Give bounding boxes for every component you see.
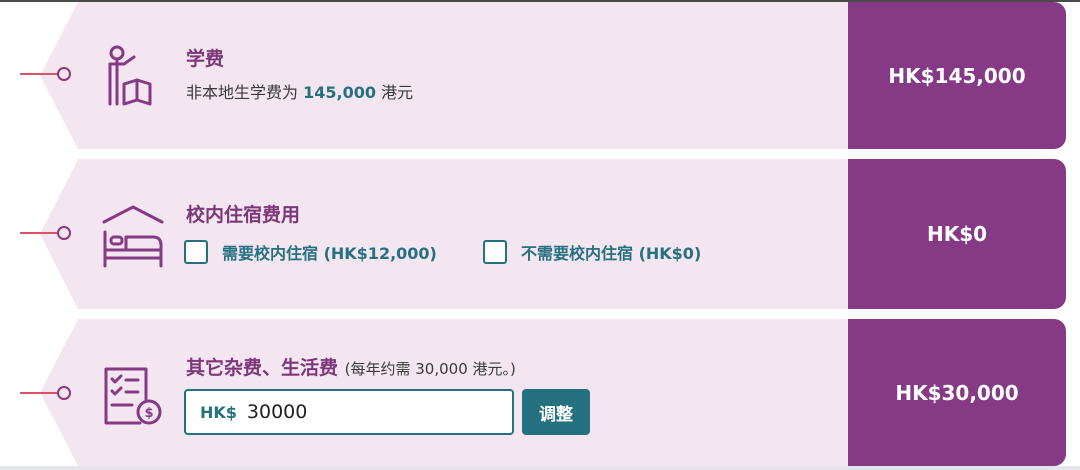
tuition-amount: 145,000	[303, 83, 376, 102]
tuition-title: 学费	[186, 48, 225, 70]
living-cost-value[interactable]: 30000	[247, 401, 307, 423]
connector-line	[20, 392, 58, 394]
teacher-with-book-icon	[108, 45, 152, 106]
bottom-border	[0, 466, 1080, 470]
housing-card: 校内住宿费用 需要校内住宿 (HK$12,000) 不需要校内住宿 (HK$0)…	[0, 159, 1080, 309]
no-housing-checkbox[interactable]	[483, 240, 507, 264]
bed-with-roof-icon	[102, 205, 164, 268]
no-housing-option[interactable]: 不需要校内住宿 (HK$0)	[483, 240, 701, 264]
housing-price-panel: HK$0	[848, 159, 1066, 309]
checklist-dollar-icon: $	[104, 367, 162, 425]
tuition-tag	[40, 2, 848, 149]
connector-node	[57, 386, 71, 400]
currency-prefix: HK$	[200, 402, 237, 422]
living-title: 其它杂费、生活费 (每年约需 30,000 港元。)	[186, 353, 516, 380]
connector-node	[57, 226, 71, 240]
living-price-panel: HK$30,000	[848, 319, 1066, 466]
need-housing-checkbox[interactable]	[184, 240, 208, 264]
living-card: $ 其它杂费、生活费 (每年约需 30,000 港元。) HK$ 30000 调…	[0, 319, 1080, 466]
tuition-desc-suffix: 港元	[381, 83, 414, 102]
living-title-text: 其它杂费、生活费	[186, 357, 339, 379]
living-cost-input[interactable]: HK$ 30000	[184, 389, 514, 435]
tuition-card: 学费 非本地生学费为 145,000 港元 HK$145,000	[0, 2, 1080, 149]
adjust-button[interactable]: 调整	[522, 389, 590, 435]
tuition-price-panel: HK$145,000	[848, 2, 1066, 149]
living-price: HK$30,000	[895, 380, 1019, 405]
connector-node	[57, 67, 71, 81]
tuition-desc-prefix: 非本地生学费为	[186, 83, 299, 102]
housing-title: 校内住宿费用	[186, 204, 301, 226]
need-housing-label[interactable]: 需要校内住宿 (HK$12,000)	[222, 240, 437, 264]
need-housing-option[interactable]: 需要校内住宿 (HK$12,000)	[184, 240, 437, 264]
tuition-price: HK$145,000	[888, 63, 1026, 88]
no-housing-label[interactable]: 不需要校内住宿 (HK$0)	[521, 240, 701, 264]
svg-text:$: $	[144, 406, 153, 421]
housing-price: HK$0	[926, 222, 988, 246]
tuition-description: 非本地生学费为 145,000 港元	[186, 79, 413, 103]
connector-line	[20, 232, 58, 234]
living-note: (每年约需 30,000 港元。)	[344, 360, 516, 378]
connector-line	[20, 73, 58, 75]
